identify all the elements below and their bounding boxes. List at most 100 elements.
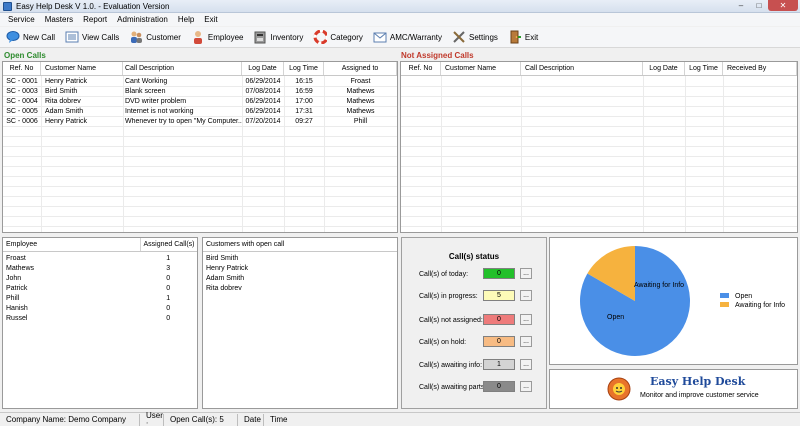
cell-customer: Adam Smith xyxy=(45,107,84,115)
col-log-time[interactable]: Log Time xyxy=(284,62,324,75)
table-row[interactable]: SC - 0003 Bird Smith Blank screen 07/08/… xyxy=(3,86,397,96)
col-assigned-calls[interactable]: Assigned Call(s) xyxy=(141,238,197,251)
open-calls-grid[interactable]: Ref. No Customer Name Call Description L… xyxy=(2,61,398,233)
pie-slice-label: Open xyxy=(607,314,624,321)
cell-customer: Rita dobrev xyxy=(45,97,81,105)
table-row[interactable]: SC - 0005 Adam Smith Internet is not wor… xyxy=(3,106,397,116)
status-today-details-button[interactable]: ... xyxy=(520,268,532,279)
category-label: Category xyxy=(330,32,363,42)
cell-ref: SC - 0003 xyxy=(6,87,38,95)
pie-chart: Open Awaiting for Info Open Awaiting for In… xyxy=(580,246,785,356)
brand-logo-icon xyxy=(607,377,631,401)
table-row[interactable]: SC - 0006 Henry Patrick Whenever try to … xyxy=(3,116,397,126)
brand-name: Easy Help Desk xyxy=(650,375,746,388)
list-item[interactable]: Hanish 0 xyxy=(6,303,196,313)
status-on-hold-details-button[interactable]: ... xyxy=(520,336,532,347)
status-not-assigned-details-button[interactable]: ... xyxy=(520,314,532,325)
view-calls-label: View Calls xyxy=(82,32,120,42)
col-log-date[interactable]: Log Date xyxy=(242,62,284,75)
cell-log-date: 07/20/2014 xyxy=(245,117,281,125)
status-value-awaiting-parts: 0 xyxy=(483,381,515,392)
list-item[interactable]: Mathews 3 xyxy=(6,263,196,273)
cell-customer: Bird Smith xyxy=(45,87,78,95)
col-ref-no[interactable]: Ref. No xyxy=(3,62,41,75)
menu-service[interactable]: Service xyxy=(3,15,40,24)
minimize-button[interactable]: – xyxy=(732,0,750,11)
status-date: Date xyxy=(238,413,264,426)
list-item[interactable]: Henry Patrick xyxy=(206,263,248,273)
cell-ref: SC - 0005 xyxy=(6,107,38,115)
employee-name: John xyxy=(6,274,22,282)
employee-button[interactable]: Employee xyxy=(189,28,246,46)
assigned-count: 1 xyxy=(166,294,171,302)
open-calls-title: Open Calls xyxy=(4,51,46,60)
settings-label: Settings xyxy=(469,32,498,42)
view-calls-button[interactable]: View Calls xyxy=(63,28,121,46)
col-log-time[interactable]: Log Time xyxy=(685,62,723,75)
assigned-count: 0 xyxy=(166,274,171,282)
col-assigned-to[interactable]: Assigned to xyxy=(324,62,397,75)
settings-button[interactable]: Settings xyxy=(450,28,500,46)
exit-icon xyxy=(508,30,522,44)
status-open-calls: Open Call(s): 5 xyxy=(164,413,238,426)
status-in-progress-details-button[interactable]: ... xyxy=(520,290,532,301)
status-value-awaiting-info: 1 xyxy=(483,359,515,370)
status-company: Company Name: Demo Company xyxy=(0,413,140,426)
not-assigned-grid[interactable]: Ref. No Customer Name Call Description L… xyxy=(400,61,798,233)
col-customer-name[interactable]: Customer Name xyxy=(41,62,123,75)
list-item[interactable]: Rita dobrev xyxy=(206,283,242,293)
col-call-description[interactable]: Call Description xyxy=(123,62,242,75)
list-item[interactable]: Patrick 0 xyxy=(6,283,196,293)
employee-name: Froast xyxy=(6,254,26,262)
table-row[interactable]: SC - 0001 Henry Patrick Cant Working 06/… xyxy=(3,76,397,86)
list-item[interactable]: Bird Smith xyxy=(206,253,238,263)
menu-bar: Service Masters Report Administration He… xyxy=(0,13,800,26)
close-button[interactable]: ✕ xyxy=(768,0,798,11)
col-customers-open[interactable]: Customers with open call xyxy=(203,238,397,251)
amc-warranty-button[interactable]: AMC/Warranty xyxy=(371,28,444,46)
exit-button[interactable]: Exit xyxy=(506,28,540,46)
not-assigned-title: Not Assigned Calls xyxy=(401,51,474,60)
window-title: Easy Help Desk V 1.0. - Evaluation Versi… xyxy=(16,1,170,11)
toolbar: New Call View Calls Customer Employee In… xyxy=(0,27,800,48)
employee-name: Russel xyxy=(6,314,28,322)
status-awaiting-parts-details-button[interactable]: ... xyxy=(520,381,532,392)
col-received-by[interactable]: Received By xyxy=(723,62,797,75)
new-call-label: New Call xyxy=(23,32,56,42)
menu-report[interactable]: Report xyxy=(78,15,112,24)
col-employee[interactable]: Employee xyxy=(3,238,141,251)
maximize-button[interactable]: □ xyxy=(750,0,768,11)
col-customer-name[interactable]: Customer Name xyxy=(441,62,521,75)
customer-button[interactable]: Customer xyxy=(127,28,183,46)
menu-administration[interactable]: Administration xyxy=(112,15,173,24)
col-call-description[interactable]: Call Description xyxy=(521,62,643,75)
assigned-count: 0 xyxy=(166,314,171,322)
cell-assigned: Froast xyxy=(350,77,371,85)
col-ref-no[interactable]: Ref. No xyxy=(401,62,441,75)
col-log-date[interactable]: Log Date xyxy=(643,62,685,75)
list-item[interactable]: Russel 0 xyxy=(6,313,196,323)
customer-label: Customer xyxy=(146,32,181,42)
employee-grid[interactable]: Employee Assigned Call(s) Froast 1 Mathew… xyxy=(2,237,198,409)
category-button[interactable]: Category xyxy=(311,28,364,46)
menu-help[interactable]: Help xyxy=(173,15,199,24)
customers-open-grid[interactable]: Customers with open call Bird Smith Henr… xyxy=(202,237,398,409)
new-call-button[interactable]: New Call xyxy=(4,28,57,46)
new-call-icon xyxy=(6,30,20,44)
menu-exit[interactable]: Exit xyxy=(199,15,222,24)
employee-name: Mathews xyxy=(6,264,35,272)
assigned-count: 3 xyxy=(166,264,171,272)
status-awaiting-info-details-button[interactable]: ... xyxy=(520,359,532,370)
menu-masters[interactable]: Masters xyxy=(40,15,78,24)
inventory-button[interactable]: Inventory xyxy=(251,28,305,46)
inventory-icon xyxy=(253,30,267,44)
cell-description: Blank screen xyxy=(125,87,166,95)
table-row[interactable]: SC - 0004 Rita dobrev DVD writer problem… xyxy=(3,96,397,106)
legend-label: Awaiting for Info xyxy=(735,302,785,309)
list-item[interactable]: John 0 xyxy=(6,273,196,283)
cell-assigned: Mathews xyxy=(346,87,375,95)
list-item[interactable]: Phill 1 xyxy=(6,293,196,303)
list-item[interactable]: Froast 1 xyxy=(6,253,196,263)
brand-tagline: Monitor and improve customer service xyxy=(640,392,759,399)
list-item[interactable]: Adam Smith xyxy=(206,273,244,283)
